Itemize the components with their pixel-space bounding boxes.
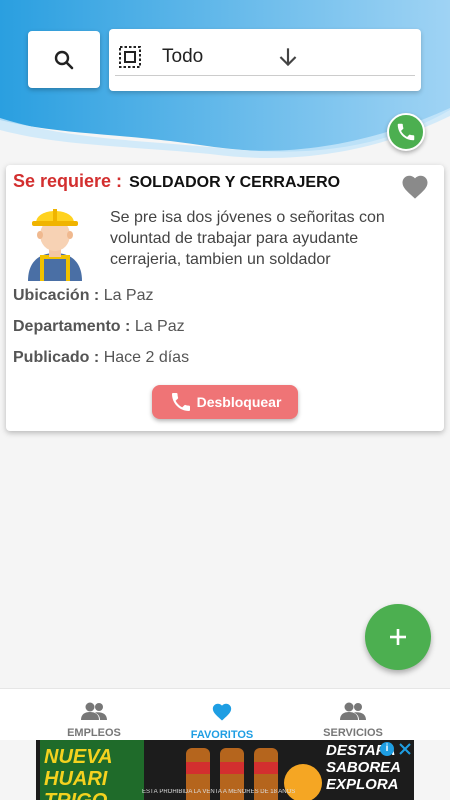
ad-left-text: NUEVA HUARI TRIGO bbox=[44, 746, 112, 800]
ad-left-panel: NUEVA HUARI TRIGO bbox=[40, 740, 144, 800]
published-row: Publicado : Hace 2 días bbox=[13, 349, 189, 367]
plus-icon bbox=[390, 629, 406, 645]
job-card[interactable]: Se requiere : SOLDADOR Y CERRAJERO Se pr… bbox=[6, 165, 444, 431]
people-icon bbox=[340, 702, 366, 720]
ad-bottle-label bbox=[186, 762, 210, 774]
ad-disclaimer: ESTÁ PROHIBIDA LA VENTA A MENORES DE 18 … bbox=[142, 789, 296, 795]
nav-servicios-label: SERVICIOS bbox=[323, 727, 383, 739]
ad-bottle-label bbox=[220, 762, 244, 774]
location-row: Ubicación : La Paz bbox=[13, 287, 154, 305]
search-icon bbox=[54, 50, 74, 69]
nav-favoritos[interactable]: FAVORITOS bbox=[167, 701, 277, 741]
select-all-icon bbox=[119, 46, 141, 68]
required-label: Se requiere : bbox=[13, 171, 123, 191]
people-icon bbox=[81, 702, 107, 720]
location-value: La Paz bbox=[103, 287, 154, 304]
filter-value: Todo bbox=[162, 46, 204, 67]
location-label: Ubicación : bbox=[13, 287, 100, 304]
department-value: La Paz bbox=[134, 318, 185, 335]
add-button[interactable] bbox=[365, 604, 431, 670]
unlock-button[interactable]: Desbloquear bbox=[152, 385, 298, 419]
unlock-label: Desbloquear bbox=[196, 394, 282, 410]
nav-empleos[interactable]: EMPLEOS bbox=[39, 701, 149, 739]
nav-servicios[interactable]: SERVICIOS bbox=[298, 701, 408, 739]
published-value: Hace 2 días bbox=[103, 349, 190, 366]
worker-avatar bbox=[28, 209, 82, 281]
ad-bottle-label bbox=[254, 762, 278, 774]
job-description: Se pre isa dos jóvenes o señoritas con v… bbox=[110, 209, 385, 268]
department-row: Departamento : La Paz bbox=[13, 318, 185, 336]
heart-icon[interactable] bbox=[399, 172, 431, 202]
phone-icon bbox=[397, 123, 415, 141]
category-filter[interactable]: Todo bbox=[109, 29, 421, 91]
close-icon[interactable] bbox=[398, 742, 412, 756]
bottom-navigation: EMPLEOS FAVORITOS SERVICIOS bbox=[0, 688, 450, 741]
info-icon[interactable]: i bbox=[380, 742, 394, 756]
call-button[interactable] bbox=[387, 113, 425, 151]
filter-underline bbox=[115, 75, 415, 76]
published-label: Publicado : bbox=[13, 349, 100, 366]
department-label: Departamento : bbox=[13, 318, 131, 335]
arrow-down-icon bbox=[279, 48, 297, 67]
ad-banner[interactable]: NUEVA HUARI TRIGO DESTAPA SABOREA EXPLOR… bbox=[36, 740, 414, 800]
nav-empleos-label: EMPLEOS bbox=[67, 727, 121, 739]
job-title-line: Se requiere : SOLDADOR Y CERRAJERO bbox=[13, 171, 340, 192]
phone-icon bbox=[171, 393, 190, 411]
heart-icon bbox=[212, 703, 232, 721]
search-button[interactable] bbox=[28, 31, 100, 88]
job-title: SOLDADOR Y CERRAJERO bbox=[129, 174, 341, 191]
